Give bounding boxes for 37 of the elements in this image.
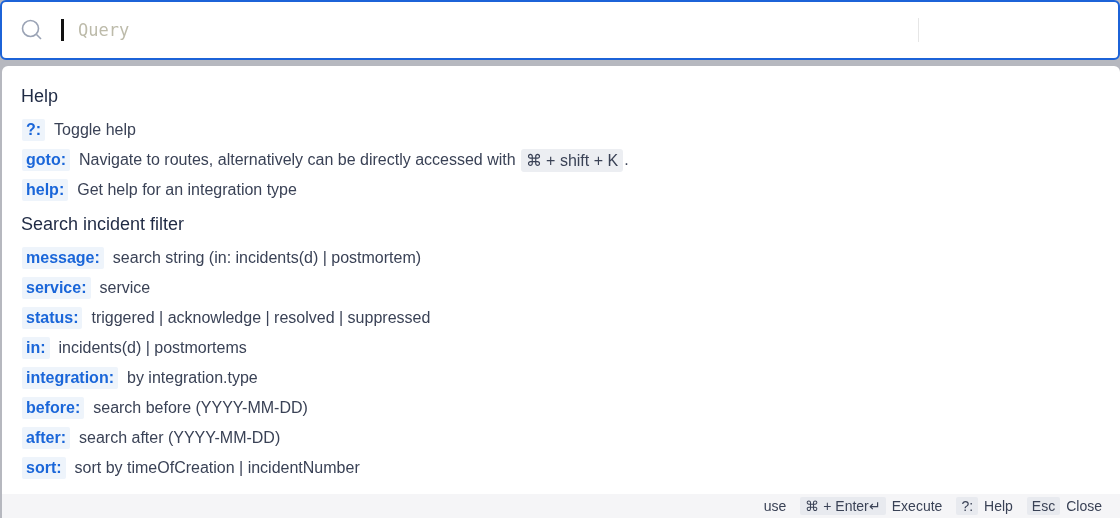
section-title: Help: [21, 86, 60, 107]
command-description: Toggle help: [54, 121, 136, 139]
command-key[interactable]: message:: [22, 247, 104, 269]
command-description: incidents(d) | postmortems: [58, 339, 247, 357]
command-description: by integration.type: [127, 369, 258, 387]
command-description: search string (in: incidents(d) | postmortem): [112, 249, 422, 267]
command-key[interactable]: after:: [22, 427, 70, 449]
search-icon: [20, 18, 44, 42]
command-key[interactable]: status:: [22, 307, 83, 329]
command-key[interactable]: integration:: [22, 367, 118, 389]
search-bar[interactable]: Query: [0, 0, 1120, 60]
shortcut-action: Execute: [891, 498, 943, 514]
keyboard-shortcut: ⌘ + Enter↵: [800, 497, 886, 515]
command-key[interactable]: help:: [22, 179, 69, 201]
command-key[interactable]: in:: [22, 337, 50, 359]
command-description: Get help for an integration type: [77, 181, 297, 199]
command-key[interactable]: goto:: [22, 149, 70, 171]
command-description: triggered | acknowledge | resolved | suppressed: [91, 309, 431, 327]
period: .: [624, 151, 629, 169]
search-field[interactable]: Query: [76, 19, 910, 41]
command-description: search before (YYYY-MM-DD): [93, 399, 308, 417]
command-description: service: [99, 279, 151, 297]
keyboard-shortcut: Esc: [1026, 497, 1061, 515]
keyboard-shortcut: ⌘ + shift + K: [520, 148, 624, 172]
command-key[interactable]: service:: [22, 277, 91, 299]
keyboard-shortcut: ?:: [956, 497, 979, 515]
command-key[interactable]: before:: [22, 397, 85, 419]
command-key[interactable]: ?:: [22, 119, 46, 141]
command-description: sort by timeOfCreation | incidentNumber: [74, 459, 360, 477]
section-title: Search incident filter: [21, 214, 186, 235]
command-description: search after (YYYY-MM-DD): [79, 429, 281, 447]
shortcut-action: Help: [984, 498, 1013, 514]
command-key[interactable]: sort:: [22, 457, 66, 479]
footer-label: use: [763, 498, 787, 514]
command-description: Navigate to routes, alternatively can be directly accessed with: [79, 151, 516, 169]
text-cursor: [61, 19, 64, 41]
shortcut-action: Close: [1066, 498, 1102, 514]
